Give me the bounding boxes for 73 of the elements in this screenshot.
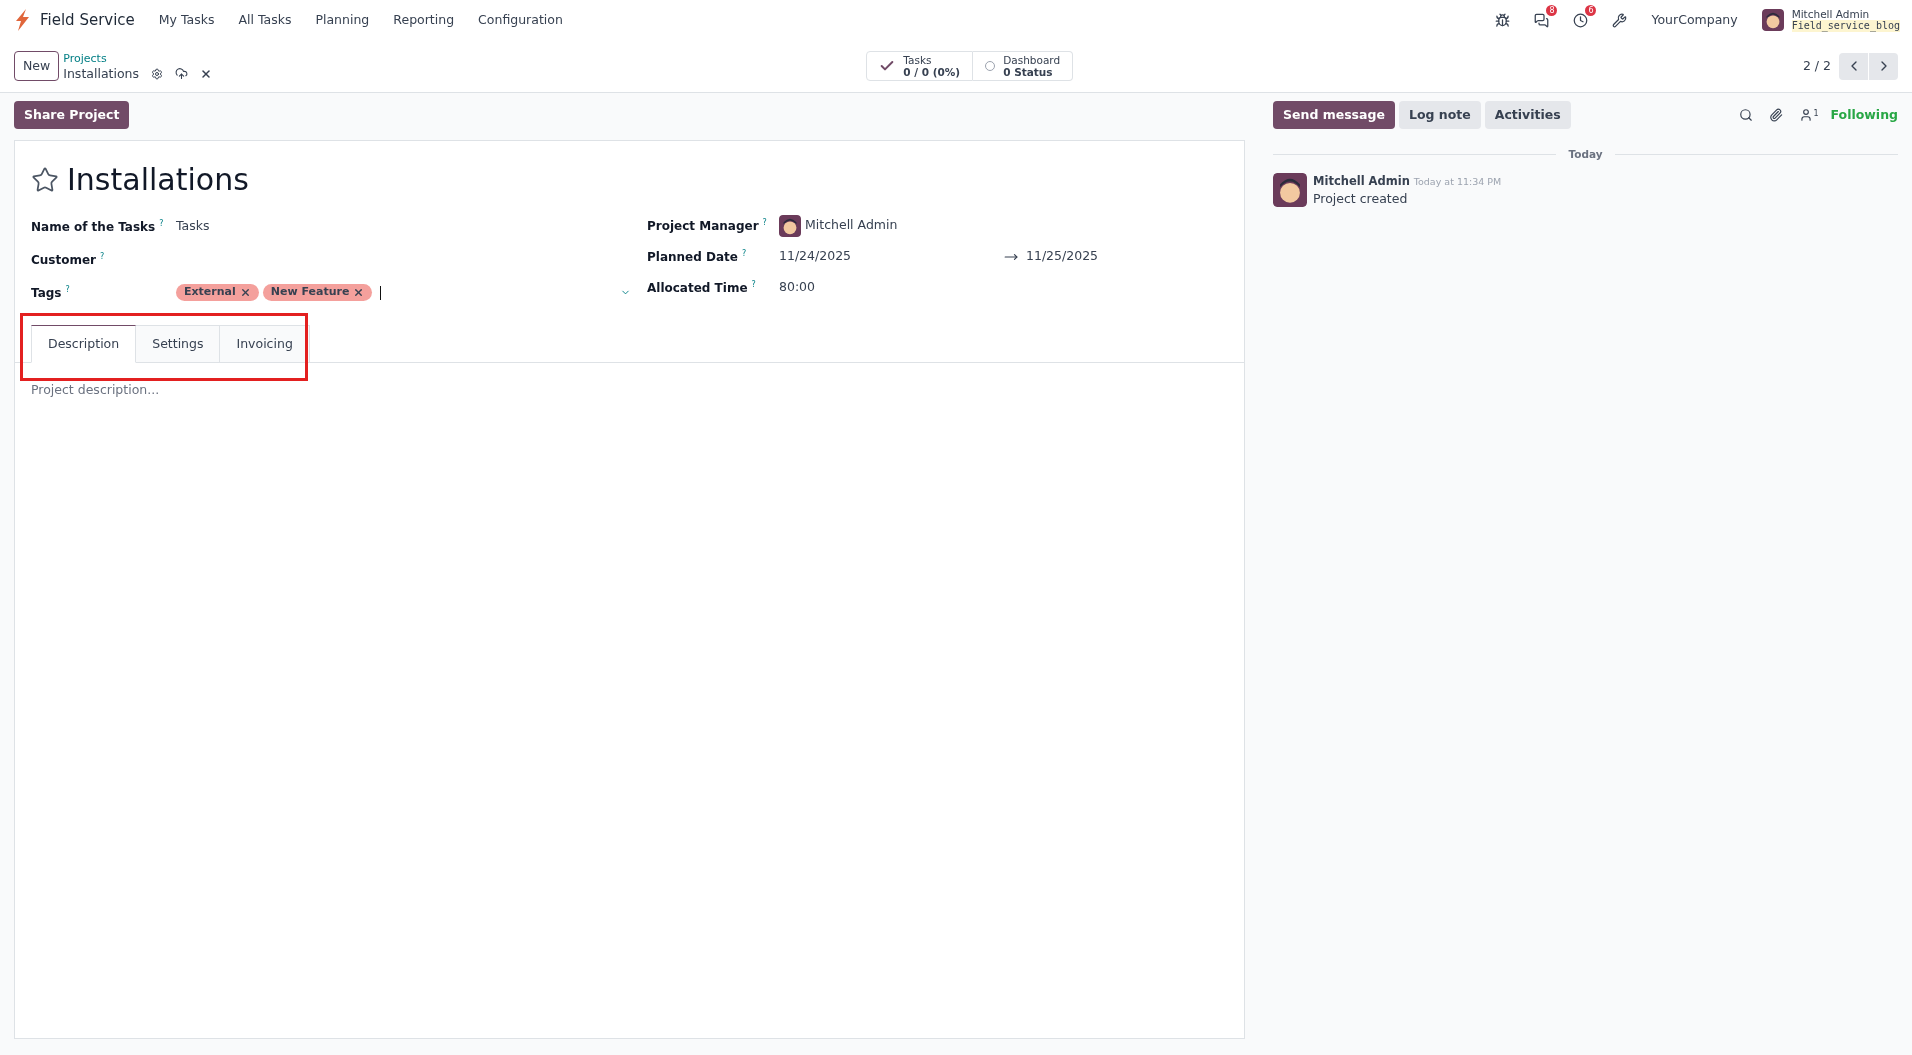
avatar-icon: [779, 214, 801, 237]
user-name[interactable]: Mitchell Admin: [1791, 8, 1900, 20]
chatter-button[interactable]: Send message: [1273, 101, 1395, 129]
stat-label: Tasks: [903, 54, 933, 66]
avatar-icon: [1761, 9, 1784, 31]
field-value[interactable]: 80:00: [779, 278, 816, 297]
menu-item[interactable]: Planning: [315, 10, 370, 30]
breadcrumb-link[interactable]: Projects: [63, 51, 212, 66]
new-button[interactable]: New: [14, 50, 60, 82]
field-label: Planned Date: [647, 248, 738, 266]
help-mark[interactable]: ?: [100, 250, 105, 263]
message-author: Mitchell Admin: [1313, 172, 1410, 190]
avatar-icon: [1273, 172, 1307, 207]
message-body: Project created: [1313, 190, 1409, 208]
field-label: Name of the Tasks: [31, 218, 156, 236]
tag-label: External: [184, 284, 236, 301]
settings-icon[interactable]: [151, 67, 163, 80]
database-name: Field_service_blog: [1791, 20, 1900, 32]
remove-tag-icon[interactable]: [239, 287, 251, 298]
stat-value: 0 / 0 (0%): [903, 66, 961, 78]
chatter-button[interactable]: Activities: [1484, 101, 1571, 129]
stat-value: 0 Status: [1003, 66, 1054, 78]
menu-item[interactable]: Configuration: [478, 10, 563, 30]
form-tab[interactable]: Invoicing: [220, 325, 310, 363]
help-mark[interactable]: ?: [751, 278, 756, 291]
field-label: Allocated Time: [647, 279, 748, 297]
tools-icon[interactable]: [1612, 12, 1628, 28]
field-value[interactable]: Tasks: [176, 217, 210, 236]
help-mark[interactable]: ?: [65, 283, 70, 296]
app-name[interactable]: Field Service: [40, 8, 135, 32]
help-mark[interactable]: ?: [741, 247, 747, 260]
form-tab[interactable]: Description: [31, 325, 137, 363]
star-icon[interactable]: [31, 165, 59, 194]
stat-label: Dashboard: [1003, 54, 1061, 66]
tag-label: New Feature: [270, 284, 350, 301]
follower-count: 1: [1813, 108, 1819, 120]
form-tab[interactable]: Settings: [136, 325, 221, 363]
record-title: Installations: [67, 161, 249, 199]
date-separator: Today: [1568, 147, 1603, 162]
field-value[interactable]: 11/25/2025: [1026, 247, 1099, 266]
field-label: Customer: [31, 251, 97, 269]
menu-item[interactable]: My Tasks: [158, 10, 215, 30]
company-name[interactable]: YourCompany: [1651, 10, 1738, 30]
count-badge: 6: [1585, 4, 1597, 16]
chat-icon[interactable]: [1534, 12, 1550, 28]
share-project-button[interactable]: Share Project: [14, 101, 130, 129]
paperclip-icon[interactable]: [1769, 108, 1784, 122]
search-icon[interactable]: [1739, 108, 1754, 122]
field-value[interactable]: 11/24/2025: [779, 247, 1004, 266]
menu-item[interactable]: Reporting: [393, 10, 455, 30]
pager-value: 2 / 2: [1802, 56, 1831, 75]
remove-tag-icon[interactable]: [353, 287, 365, 298]
save-icon[interactable]: [175, 67, 188, 80]
next-button[interactable]: [1869, 52, 1898, 80]
field-value[interactable]: Mitchell Admin: [805, 216, 898, 235]
record-name: Installations: [63, 66, 139, 81]
chatter-button[interactable]: Log note: [1398, 101, 1481, 129]
help-mark[interactable]: ?: [159, 217, 164, 230]
stat-button[interactable]: Tasks 0 / 0 (0%): [866, 51, 974, 81]
count-badge: 8: [1546, 4, 1558, 16]
previous-button[interactable]: [1839, 52, 1868, 80]
stat-button[interactable]: Dashboard 0 Status: [973, 51, 1074, 81]
follower-icon[interactable]: [1799, 108, 1814, 122]
close-icon[interactable]: [200, 67, 212, 80]
help-mark[interactable]: ?: [762, 216, 767, 229]
message-time: Today at 11:34 PM: [1413, 174, 1502, 189]
field-label: Project Manager: [647, 217, 759, 235]
description-field[interactable]: Project description...: [31, 381, 331, 400]
tags-field[interactable]: External New Feature: [176, 279, 631, 306]
clock-icon[interactable]: [1573, 12, 1589, 28]
bug-icon[interactable]: [1495, 12, 1511, 28]
field-label: Tags: [31, 284, 62, 302]
menu-item[interactable]: All Tasks: [238, 10, 292, 30]
